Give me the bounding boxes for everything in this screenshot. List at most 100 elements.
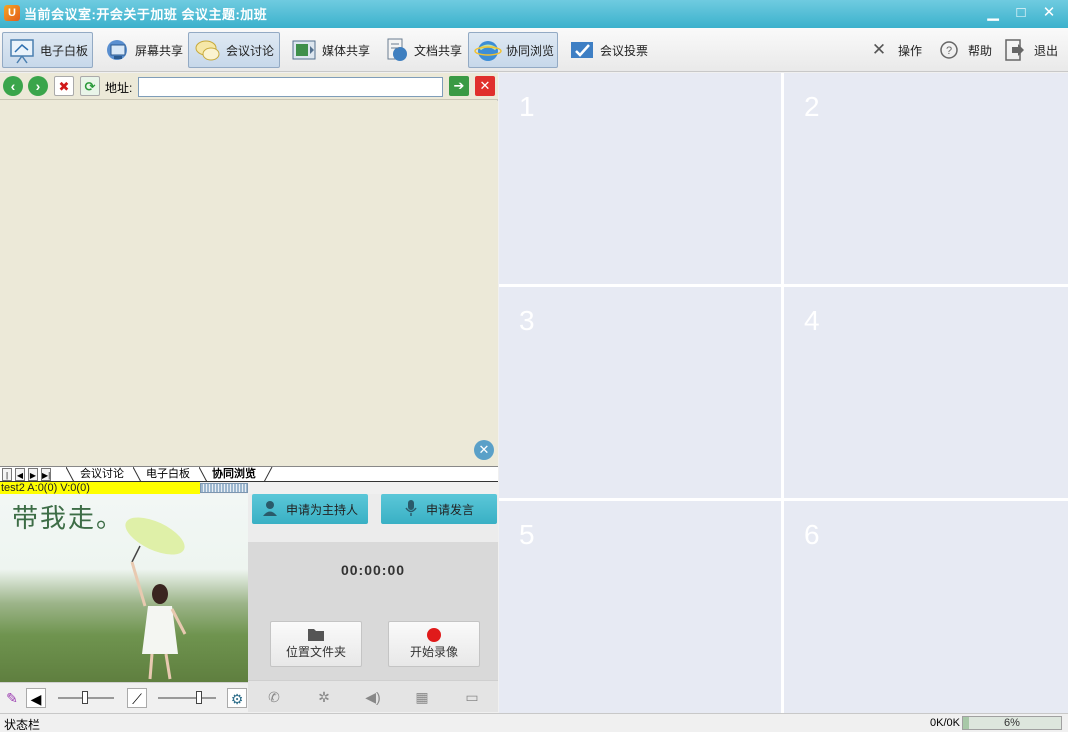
help-icon: ? xyxy=(938,39,960,61)
forward-arrow-icon[interactable]: › xyxy=(28,76,48,96)
apply-host-button[interactable]: 申请为主持人 xyxy=(252,494,368,524)
toolbar-vote-button[interactable]: 会议投票 xyxy=(562,32,652,68)
progress-text: 6% xyxy=(1004,717,1020,729)
first-tab-icon[interactable]: |◀ xyxy=(2,468,12,493)
video-cell-2[interactable]: 2 xyxy=(784,73,1068,284)
start-recording-button[interactable]: 开始录像 xyxy=(388,621,480,667)
close-page-icon[interactable]: ✕ xyxy=(475,76,495,96)
address-input[interactable] xyxy=(138,77,443,97)
toolbar-label: 会议投票 xyxy=(600,43,649,58)
mic-slider-track xyxy=(158,697,216,699)
address-bar: ‹ › ✖ ⟳ 地址: ➔ ✕ xyxy=(0,73,498,100)
recording-timer: 00:00:00 xyxy=(340,562,406,578)
volume-icon[interactable]: ◀) xyxy=(363,688,383,706)
tab-strip: |◀ ◀ ▶ ▶| 会议讨论 电子白板 协同浏览 xyxy=(0,466,498,493)
refresh-icon[interactable]: ⟳ xyxy=(80,76,100,96)
toolbar-label: 屏幕共享 xyxy=(135,43,184,58)
video-cell-5[interactable]: 5 xyxy=(499,501,781,713)
cell-number: 6 xyxy=(804,519,820,550)
open-folder-label: 位置文件夹 xyxy=(285,645,346,659)
tab-discussion[interactable]: 会议讨论 xyxy=(72,467,132,482)
microphone-icon[interactable]: ⟋ xyxy=(127,688,147,708)
start-recording-label: 开始录像 xyxy=(409,645,458,659)
exit-button[interactable]: 退出 xyxy=(1004,36,1058,64)
operation-label: 操作 xyxy=(898,43,923,58)
prev-tab-icon[interactable]: ◀ xyxy=(15,468,25,481)
svg-text:?: ? xyxy=(946,45,952,57)
app-logo-icon: U xyxy=(4,5,20,21)
vote-icon xyxy=(568,36,596,64)
document-share-icon xyxy=(382,36,410,64)
status-bar: 状态栏 0K/0K 6% xyxy=(0,713,1068,732)
folder-icon xyxy=(308,627,324,641)
progress-bar: 6% xyxy=(962,716,1062,730)
whiteboard-icon xyxy=(8,36,36,64)
request-buttons-area: 申请为主持人 申请发言 xyxy=(248,494,498,542)
cell-number: 1 xyxy=(519,91,535,122)
tab-whiteboard[interactable]: 电子白板 xyxy=(138,467,198,482)
back-arrow-icon[interactable]: ‹ xyxy=(3,76,23,96)
collapse-toggle-icon[interactable]: ✕ xyxy=(474,440,494,460)
volume-meter xyxy=(200,483,248,493)
video-cell-3[interactable]: 3 xyxy=(499,287,781,498)
window-layout-icon[interactable]: ▭ xyxy=(462,688,482,706)
toolbar-media-share-button[interactable]: 媒体共享 xyxy=(284,32,372,68)
audio-controls: ✎ ◀ 0 ⟋ 0 ⚙ xyxy=(0,682,248,712)
toolbar-discussion-button[interactable]: 会议讨论 xyxy=(188,32,280,68)
open-folder-button[interactable]: 位置文件夹 xyxy=(270,621,362,667)
toolbar-whiteboard-button[interactable]: 电子白板 xyxy=(2,32,93,68)
clapperboard-icon[interactable]: ▦ xyxy=(412,688,432,706)
maximize-button[interactable]: □ xyxy=(1010,3,1032,23)
toolbar-document-share-button[interactable]: 文档共享 xyxy=(376,32,464,68)
video-frame-image xyxy=(125,517,187,680)
last-tab-icon[interactable]: ▶| xyxy=(41,468,51,481)
cell-number: 5 xyxy=(519,519,535,550)
minimize-button[interactable]: ▁ xyxy=(982,3,1004,23)
video-cell-6[interactable]: 6 xyxy=(784,501,1068,713)
record-icon xyxy=(426,627,442,642)
status-label: 状态栏 xyxy=(4,718,41,732)
speaker-icon[interactable]: ◀ xyxy=(26,688,46,708)
screen-share-icon xyxy=(103,36,131,64)
toolbar-label: 媒体共享 xyxy=(322,43,371,58)
tools-icon: ✕ xyxy=(871,40,887,59)
window-title: 当前会议室:开会关于加班 会议主题:加班 xyxy=(24,7,268,22)
co-browse-panel: ‹ › ✖ ⟳ 地址: ➔ ✕ xyxy=(0,73,498,466)
user-icon xyxy=(262,500,278,519)
apply-speak-label: 申请发言 xyxy=(425,502,474,517)
help-button[interactable]: ? 帮助 xyxy=(938,36,992,64)
tab-separator xyxy=(264,467,273,482)
video-grid: 1 2 3 4 5 6 xyxy=(499,73,1068,713)
stop-icon[interactable]: ✖ xyxy=(54,76,74,96)
toolbar-screen-share-button[interactable]: 屏幕共享 xyxy=(97,32,183,68)
browser-viewport[interactable] xyxy=(0,101,498,466)
film-reel-icon[interactable]: ✲ xyxy=(314,688,334,706)
video-cell-1[interactable]: 1 xyxy=(499,73,781,284)
speaker-slider-knob[interactable] xyxy=(82,691,88,704)
apply-speak-button[interactable]: 申请发言 xyxy=(381,494,497,524)
camera-off-icon[interactable]: ✎ xyxy=(2,688,22,708)
discussion-icon xyxy=(194,36,222,64)
network-rate: 0K/0K xyxy=(930,717,960,729)
next-tab-icon[interactable]: ▶ xyxy=(28,468,38,481)
help-label: 帮助 xyxy=(968,43,993,58)
settings-icon[interactable]: ⚙ xyxy=(227,688,247,708)
microphone-icon xyxy=(404,499,418,519)
media-share-icon xyxy=(290,36,318,64)
video-cell-4[interactable]: 4 xyxy=(784,287,1068,498)
cell-number: 4 xyxy=(804,305,820,336)
toolbar-co-browse-button[interactable]: 协同浏览 xyxy=(468,32,558,68)
go-arrow-icon[interactable]: ➔ xyxy=(449,76,469,96)
meeting-control-panel: 申请为主持人 申请发言 00:00:00 位置文件夹 开始录像 ✆ ✲ ◀) ▦… xyxy=(248,494,498,712)
tab-co-browse[interactable]: 协同浏览 xyxy=(204,467,264,482)
cell-number: 3 xyxy=(519,305,535,336)
cell-number: 2 xyxy=(804,91,820,122)
exit-icon xyxy=(1004,39,1026,61)
phone-icon[interactable]: ✆ xyxy=(264,688,284,706)
close-button[interactable]: ✕ xyxy=(1038,3,1060,23)
mic-slider-knob[interactable] xyxy=(196,691,202,704)
panel-bottom-toolbar: ✆ ✲ ◀) ▦ ▭ xyxy=(248,680,498,712)
apply-host-label: 申请为主持人 xyxy=(285,502,358,517)
toolbar-label: 协同浏览 xyxy=(506,43,555,58)
operation-button[interactable]: ✕ 操作 xyxy=(868,36,922,64)
